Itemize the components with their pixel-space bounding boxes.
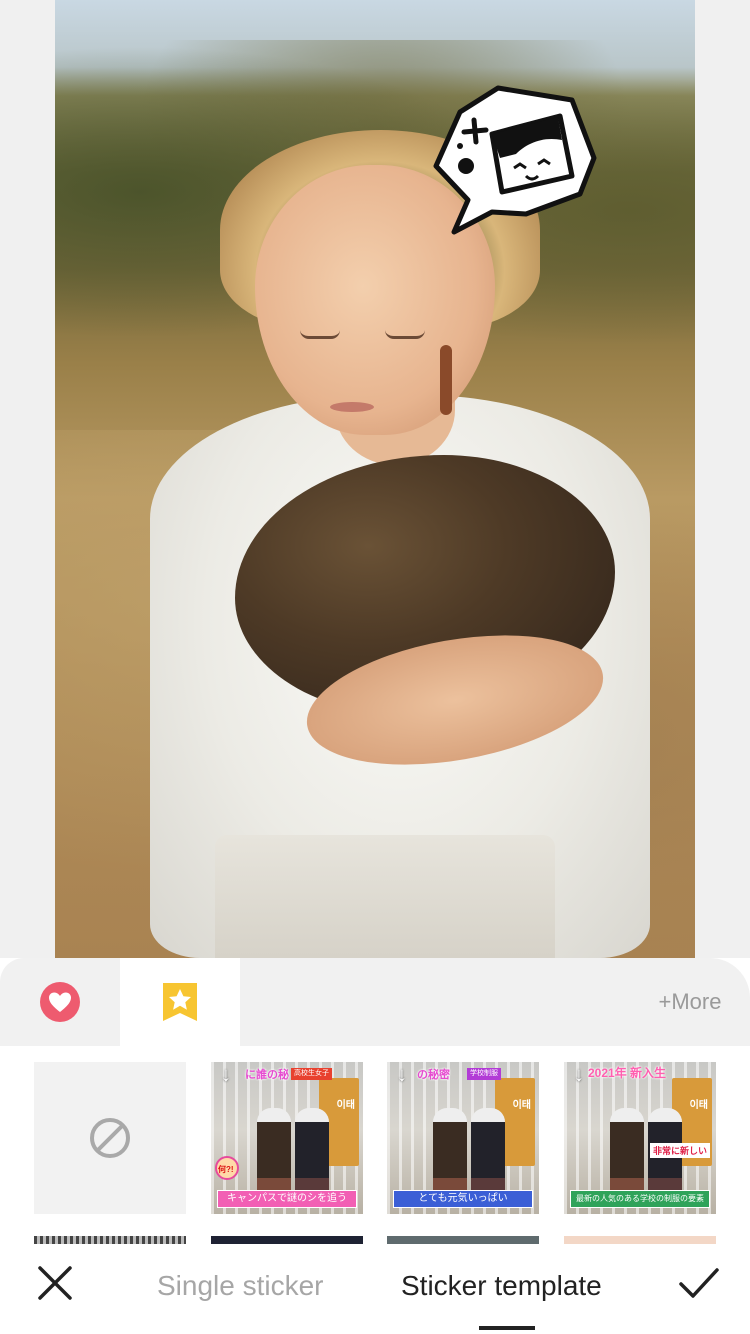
checkmark-icon <box>679 1268 719 1298</box>
more-label: +More <box>658 989 722 1014</box>
sticker-template-thumbnail-partial[interactable] <box>34 1236 186 1244</box>
tab-single-sticker[interactable]: Single sticker <box>157 1270 324 1302</box>
no-sticker-icon <box>90 1118 130 1158</box>
confirm-button[interactable] <box>674 1258 724 1308</box>
thumbnail-sign-text: 이태 <box>689 1100 708 1111</box>
download-arrow-icon: ↓ <box>397 1064 407 1086</box>
placed-sticker[interactable] <box>430 82 598 238</box>
sticker-template-thumbnail[interactable]: 이태 ↓ の秘密 学校制服 とても元気いっぱい <box>387 1062 539 1214</box>
tab-sticker-template[interactable]: Sticker template <box>401 1270 602 1302</box>
bottom-toolbar: Single sticker Sticker template <box>0 1244 750 1334</box>
photo-eye-right <box>385 330 425 339</box>
heart-icon <box>40 982 80 1022</box>
thumbnail-caption: 最新の人気のある学校の制服の要素 <box>570 1190 710 1208</box>
thumbnail-sign-text: 이태 <box>512 1100 531 1111</box>
sticker-template-thumbnail[interactable]: 이태 ↓ に誰の秘 高校生女子 何?! キャンパスで謎のシを追う <box>211 1062 363 1214</box>
sticker-template-grid: 이태 ↓ に誰の秘 高校生女子 何?! キャンパスで謎のシを追う 이태 ↓ の秘… <box>0 1062 750 1244</box>
sticker-category-tabs: +More <box>0 958 750 1046</box>
download-arrow-icon: ↓ <box>221 1064 231 1086</box>
more-stickers-button[interactable]: +More <box>630 958 750 1046</box>
close-button[interactable] <box>30 1258 80 1308</box>
star-bookmark-icon <box>163 983 197 1021</box>
sticker-template-thumbnail-partial[interactable] <box>211 1236 363 1244</box>
photo[interactable] <box>55 0 695 958</box>
thumbnail-badge-text: 何?! <box>218 1165 234 1174</box>
thumbnail-top-banner: 高校生女子 <box>291 1068 332 1080</box>
tabs-spacer <box>240 958 630 1046</box>
sticker-template-thumbnail-partial[interactable] <box>564 1236 716 1244</box>
close-icon <box>38 1266 72 1300</box>
thumbnail-headline: 2021年 新入生 <box>588 1066 667 1080</box>
thumbnail-headline: に誰の秘 <box>245 1069 289 1081</box>
thumbnail-top-banner: 学校制服 <box>467 1068 501 1080</box>
sticker-panel: +More 이태 ↓ に誰の秘 高校生女子 何?! キャンパスで謎のシを追う 이… <box>0 958 750 1334</box>
photo-earring <box>440 345 452 415</box>
thumbnail-caption: とても元気いっぱい <box>393 1190 533 1208</box>
no-sticker-option[interactable] <box>34 1062 186 1214</box>
photo-eye-left <box>300 330 340 339</box>
thumbnail-caption: キャンパスで謎のシを追う <box>217 1190 357 1208</box>
tab-starred[interactable] <box>120 958 240 1046</box>
sticker-template-thumbnail[interactable]: 이태 ↓ 2021年 新入生 非常に新しい 最新の人気のある学校の制服の要素 <box>564 1062 716 1214</box>
thumbnail-side-note: 非常に新しい <box>649 1143 710 1158</box>
photo-mouth <box>330 402 374 412</box>
photo-pants <box>215 835 555 958</box>
editor-canvas[interactable] <box>0 0 750 958</box>
download-arrow-icon: ↓ <box>574 1064 584 1086</box>
active-tab-indicator <box>479 1326 535 1330</box>
thumbnail-sign-text: 이태 <box>336 1100 355 1111</box>
tab-favorites[interactable] <box>0 958 120 1046</box>
sticker-template-thumbnail-partial[interactable] <box>387 1236 539 1244</box>
thumbnail-headline: の秘密 <box>417 1069 450 1081</box>
